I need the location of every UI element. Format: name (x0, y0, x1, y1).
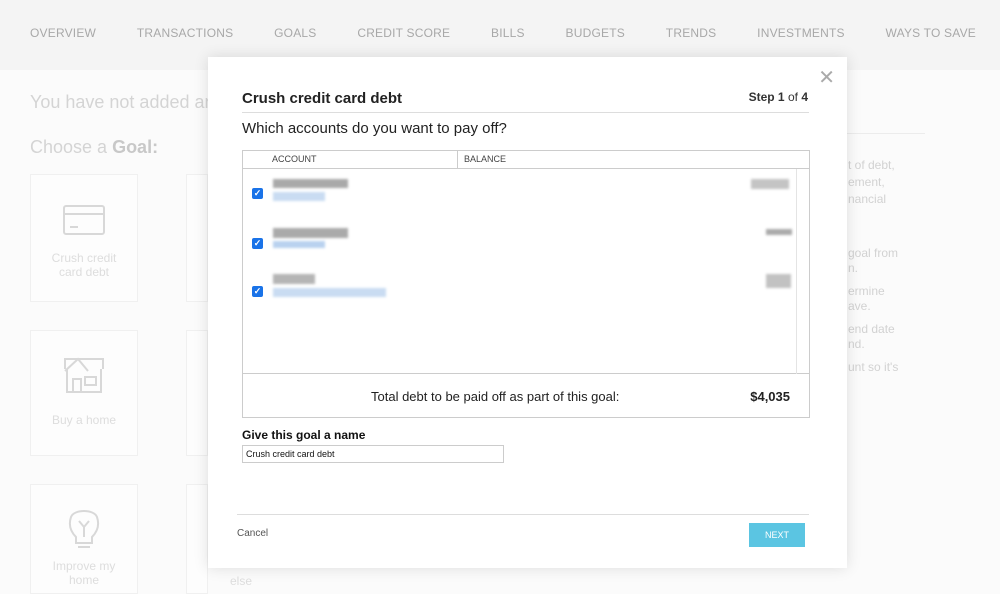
question: Which accounts do you want to pay off? (242, 120, 507, 137)
table-row[interactable]: ✓ (243, 175, 789, 215)
account-name-redacted (273, 179, 348, 188)
step-indicator: Step 1 of 4 (749, 90, 808, 104)
divider (242, 112, 809, 113)
account-checkbox[interactable]: ✓ (252, 238, 263, 249)
account-checkbox[interactable]: ✓ (252, 286, 263, 297)
info-text: t of debt, (848, 158, 895, 172)
goal-card-buy-home[interactable]: Buy a home (30, 330, 138, 456)
nav-goals[interactable]: GOALS (274, 26, 316, 40)
table-body: ✓ ✓ ✓ (243, 169, 809, 374)
step-of: of (787, 90, 798, 104)
nav-overview[interactable]: OVERVIEW (30, 26, 96, 40)
choose-prefix: Choose a (30, 137, 113, 157)
scrollbar[interactable] (796, 169, 797, 374)
balance-redacted (751, 179, 789, 189)
cancel-button[interactable]: Cancel (237, 528, 268, 539)
account-checkbox[interactable]: ✓ (252, 188, 263, 199)
table-row[interactable]: ✓ (243, 225, 792, 265)
goal-card-label: Improve my home (52, 559, 116, 587)
choose-bold: Goal: (112, 137, 159, 157)
goal-card-improve-home[interactable]: Improve my home (30, 484, 138, 594)
nav-trends[interactable]: TRENDS (666, 26, 717, 40)
balance-redacted (766, 229, 792, 235)
goal-card-label: Buy a home (51, 413, 117, 427)
step-word: Step (748, 90, 775, 104)
accounts-table: ACCOUNT BALANCE ✓ ✓ ✓ Total debt to be p… (242, 150, 810, 418)
info-text: nancial (848, 192, 887, 206)
info-text: unt so it's (848, 360, 899, 374)
goal-card-credit-card[interactable]: Crush credit card debt (30, 174, 138, 302)
table-header: ACCOUNT BALANCE (243, 151, 809, 169)
goal-name-label: Give this goal a name (242, 428, 366, 442)
info-text: n. (848, 261, 859, 275)
info-text: ement, (848, 175, 885, 189)
nav-transactions[interactable]: TRANSACTIONS (137, 26, 233, 40)
column-account[interactable]: ACCOUNT (243, 151, 458, 168)
create-goal-modal: ✕ Crush credit card debt Step 1 of 4 Whi… (208, 57, 847, 568)
lightbulb-icon (68, 510, 100, 548)
empty-goals-headline: You have not added an (30, 92, 215, 112)
next-button[interactable]: NEXT (749, 523, 805, 547)
divider (847, 133, 925, 134)
goal-name-input[interactable] (242, 445, 504, 463)
divider (237, 514, 809, 515)
goal-card-partial[interactable] (186, 330, 208, 456)
nav-budgets[interactable]: BUDGETS (566, 26, 625, 40)
nav-ways-to-save[interactable]: WAYS TO SAVE (886, 26, 976, 40)
info-text: ave. (848, 299, 871, 313)
total-label: Total debt to be paid off as part of thi… (371, 388, 620, 404)
nav-credit-score[interactable]: CREDIT SCORE (357, 26, 450, 40)
account-detail-redacted (273, 241, 325, 248)
account-name-redacted (273, 228, 348, 238)
account-name-redacted (273, 274, 315, 284)
credit-card-icon (63, 205, 105, 235)
column-balance[interactable]: BALANCE (458, 151, 506, 168)
nav-investments[interactable]: INVESTMENTS (757, 26, 845, 40)
close-icon[interactable]: ✕ (818, 65, 835, 90)
account-detail-redacted (273, 288, 386, 297)
house-icon (64, 357, 104, 393)
goal-card-partial[interactable] (186, 484, 208, 594)
table-row[interactable]: ✓ (243, 273, 791, 313)
step-total: 4 (801, 90, 808, 104)
goal-card-label: Crush credit card debt (51, 251, 117, 279)
balance-redacted (766, 274, 791, 288)
modal-title: Crush credit card debt (242, 90, 403, 107)
total-value: $4,035 (750, 388, 790, 404)
goal-card-partial[interactable] (186, 174, 208, 302)
step-current: 1 (777, 90, 785, 104)
goal-card-partial-label: else (230, 574, 253, 588)
account-detail-redacted (273, 192, 325, 201)
nav-bills[interactable]: BILLS (491, 26, 525, 40)
info-text: nd. (848, 337, 865, 351)
total-row: Total debt to be paid off as part of thi… (243, 375, 809, 417)
choose-goal-heading: Choose a Goal: (30, 137, 158, 158)
